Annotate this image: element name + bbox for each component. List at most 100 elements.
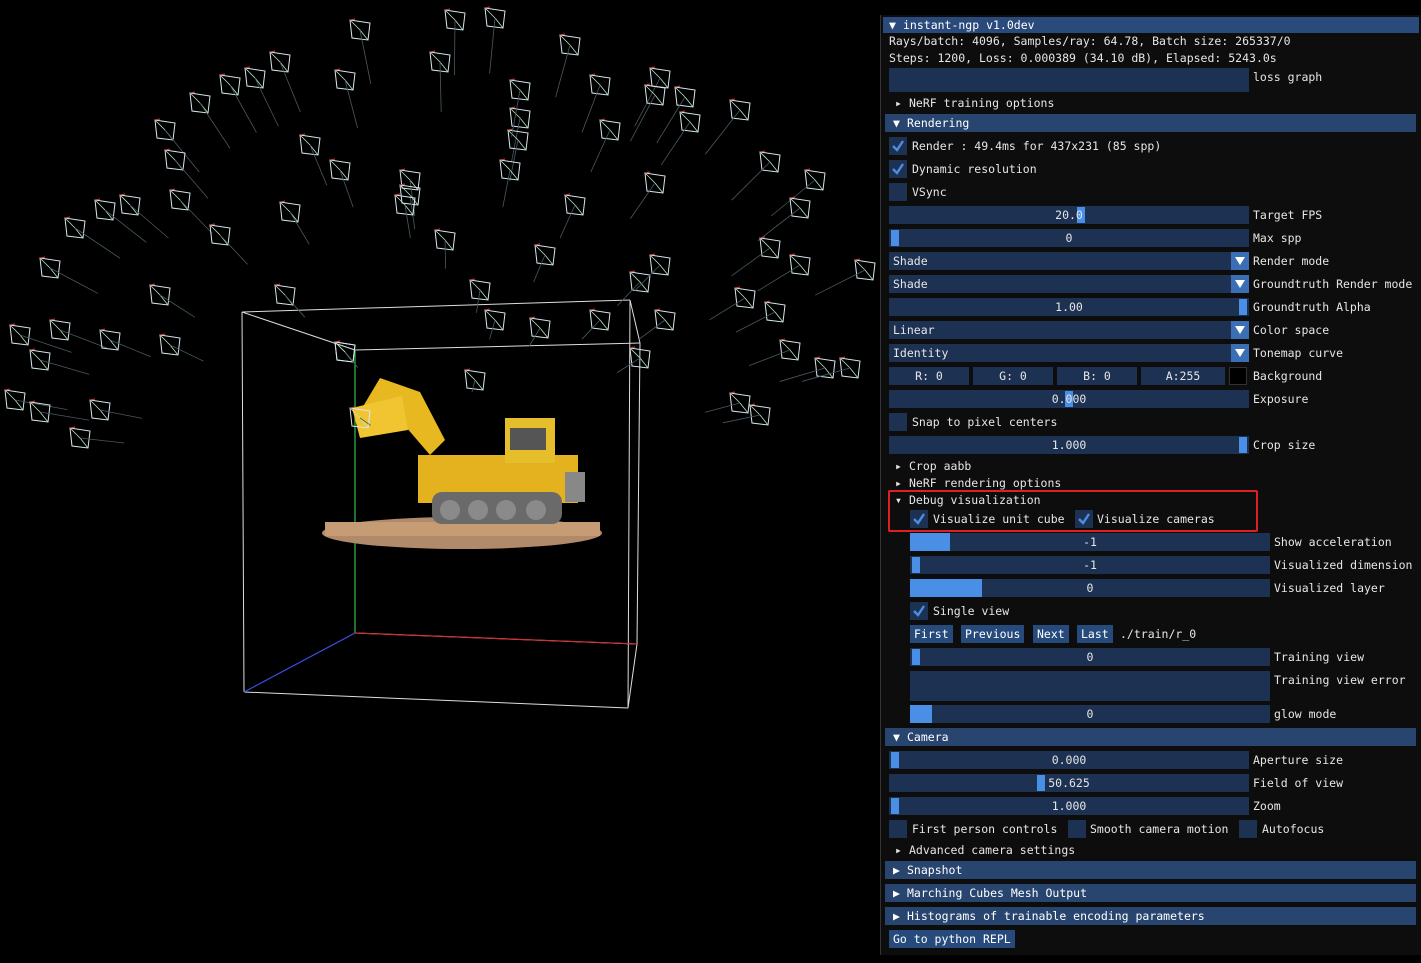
slider-grab[interactable] xyxy=(1037,775,1045,791)
camera-frustum-edge xyxy=(517,139,527,151)
visualized-layer-slider[interactable]: 0 xyxy=(910,579,1270,597)
camera-frustum-edge xyxy=(664,319,674,331)
vsync-checkbox[interactable] xyxy=(889,183,907,201)
single-view-checkbox[interactable] xyxy=(910,602,928,620)
section-marching-cubes[interactable]: ▶ Marching Cubes Mesh Output xyxy=(885,884,1416,902)
render-viewport[interactable] xyxy=(0,0,880,960)
python-repl-button[interactable]: Go to python REPL xyxy=(889,930,1015,948)
background-a-field[interactable]: A:255 xyxy=(1141,367,1225,385)
camera-axis-marker xyxy=(39,256,46,259)
aperture-slider[interactable]: 0.000 xyxy=(889,751,1249,769)
exposure-slider[interactable]: 0.000 xyxy=(889,390,1249,408)
chevron-down-icon[interactable] xyxy=(1231,321,1249,339)
section-camera[interactable]: ▼ Camera xyxy=(885,728,1416,746)
camera-ray xyxy=(404,204,411,239)
gt-render-mode-select[interactable]: Shade xyxy=(889,275,1249,293)
snap-pixel-checkbox[interactable] xyxy=(889,413,907,431)
camera-axis-marker xyxy=(629,346,636,349)
camera-frustum-edge xyxy=(309,144,319,156)
background-r-field[interactable]: R: 0 xyxy=(889,367,969,385)
unit-cube-edge xyxy=(629,299,641,344)
camera-axis-marker xyxy=(589,308,596,311)
target-fps-slider[interactable]: 20.0 xyxy=(889,206,1249,224)
crop-size-slider[interactable]: 1.000 xyxy=(889,436,1249,454)
camera-ray xyxy=(174,159,209,199)
camera-ray xyxy=(731,247,771,277)
unit-cube-edge xyxy=(241,299,631,313)
visualized-dimension-label: Visualized dimension xyxy=(1274,558,1413,572)
camera-axis-marker xyxy=(644,171,651,174)
section-rendering[interactable]: ▼ Rendering xyxy=(885,114,1416,132)
render-checkbox[interactable] xyxy=(889,137,907,155)
camera-frustum-edge xyxy=(849,367,859,379)
camera-ray xyxy=(79,437,125,444)
target-fps-label: Target FPS xyxy=(1253,208,1323,222)
chevron-down-icon[interactable] xyxy=(1231,275,1249,293)
camera-axis-marker xyxy=(729,98,736,101)
camera-axis-marker xyxy=(429,50,436,53)
show-acceleration-slider[interactable]: -1 xyxy=(910,533,1270,551)
model-wheel xyxy=(468,500,488,520)
zoom-slider[interactable]: 1.000 xyxy=(889,797,1249,815)
section-histograms[interactable]: ▶ Histograms of trainable encoding parame… xyxy=(885,907,1416,925)
camera-ray xyxy=(169,344,204,362)
slider-grab[interactable] xyxy=(891,230,899,246)
camera-ray xyxy=(254,77,279,127)
background-color-swatch[interactable] xyxy=(1229,367,1247,385)
stats-line-2: Steps: 1200, Loss: 0.000389 (34.10 dB), … xyxy=(889,51,1277,65)
slider-grab[interactable] xyxy=(912,557,920,573)
next-button[interactable]: Next xyxy=(1033,625,1069,643)
camera-axis-marker xyxy=(64,216,71,219)
smooth-camera-checkbox[interactable] xyxy=(1068,820,1086,838)
render-label: Render : 49.4ms for 437x231 (85 spp) xyxy=(912,139,1162,153)
slider-grab[interactable] xyxy=(1239,437,1247,453)
collapse-icon[interactable]: ▼ xyxy=(889,17,903,33)
window-title-bar[interactable]: ▼ instant-ngp v1.0dev xyxy=(883,17,1419,33)
first-person-checkbox[interactable] xyxy=(889,820,907,838)
last-button[interactable]: Last xyxy=(1077,625,1113,643)
visualized-dimension-slider[interactable]: -1 xyxy=(910,556,1270,574)
camera-axis-marker xyxy=(484,6,491,9)
window-title: instant-ngp v1.0dev xyxy=(903,18,1035,32)
render-mode-select[interactable]: Shade xyxy=(889,252,1249,270)
fov-slider[interactable]: 50.625 xyxy=(889,774,1249,792)
slider-grab[interactable] xyxy=(891,798,899,814)
color-space-select[interactable]: Linear xyxy=(889,321,1249,339)
training-view-slider[interactable]: 0 xyxy=(910,648,1270,666)
model-wheel xyxy=(496,500,516,520)
chevron-down-icon[interactable] xyxy=(1231,344,1249,362)
slider-grab[interactable] xyxy=(891,752,899,768)
camera-ray xyxy=(444,239,446,269)
camera-axis-marker xyxy=(509,78,516,81)
tree-advanced-camera[interactable]: ▸ Advanced camera settings xyxy=(895,842,1075,858)
previous-button[interactable]: Previous xyxy=(961,625,1025,643)
autofocus-checkbox[interactable] xyxy=(1239,820,1257,838)
gt-alpha-slider[interactable]: 1.00 xyxy=(889,298,1249,316)
section-snapshot[interactable]: ▶ Snapshot xyxy=(885,861,1416,879)
camera-frustum-edge xyxy=(799,264,809,276)
model-rear xyxy=(565,472,585,502)
tree-crop-aabb[interactable]: ▸ Crop aabb xyxy=(895,458,971,474)
tonemap-select[interactable]: Identity xyxy=(889,344,1249,362)
glow-mode-label: glow mode xyxy=(1274,707,1337,721)
tree-nerf-training-options[interactable]: ▸ NeRF training options xyxy=(895,95,1054,111)
chevron-down-icon[interactable] xyxy=(1231,252,1249,270)
camera-ray xyxy=(471,379,476,393)
slider-grab[interactable] xyxy=(1239,299,1247,315)
camera-ray xyxy=(229,84,257,133)
max-spp-slider[interactable]: 0 xyxy=(889,229,1249,247)
camera-frustum-edge xyxy=(639,357,649,369)
camera-frustum-edge xyxy=(774,311,784,323)
glow-mode-slider[interactable]: 0 xyxy=(910,705,1270,723)
background-g-field[interactable]: G: 0 xyxy=(973,367,1053,385)
dynamic-resolution-checkbox[interactable] xyxy=(889,160,907,178)
background-b-field[interactable]: B: 0 xyxy=(1057,367,1137,385)
first-button[interactable]: First xyxy=(910,625,953,643)
gt-render-mode-label: Groundtruth Render mode xyxy=(1253,277,1413,291)
camera-axis-marker xyxy=(599,118,606,121)
camera-axis-marker xyxy=(759,150,766,153)
slider-grab[interactable] xyxy=(912,649,920,665)
camera-frustum-edge xyxy=(739,109,749,121)
camera-frustum-edge xyxy=(474,379,484,391)
tree-nerf-rendering-options[interactable]: ▸ NeRF rendering options xyxy=(895,475,1061,491)
